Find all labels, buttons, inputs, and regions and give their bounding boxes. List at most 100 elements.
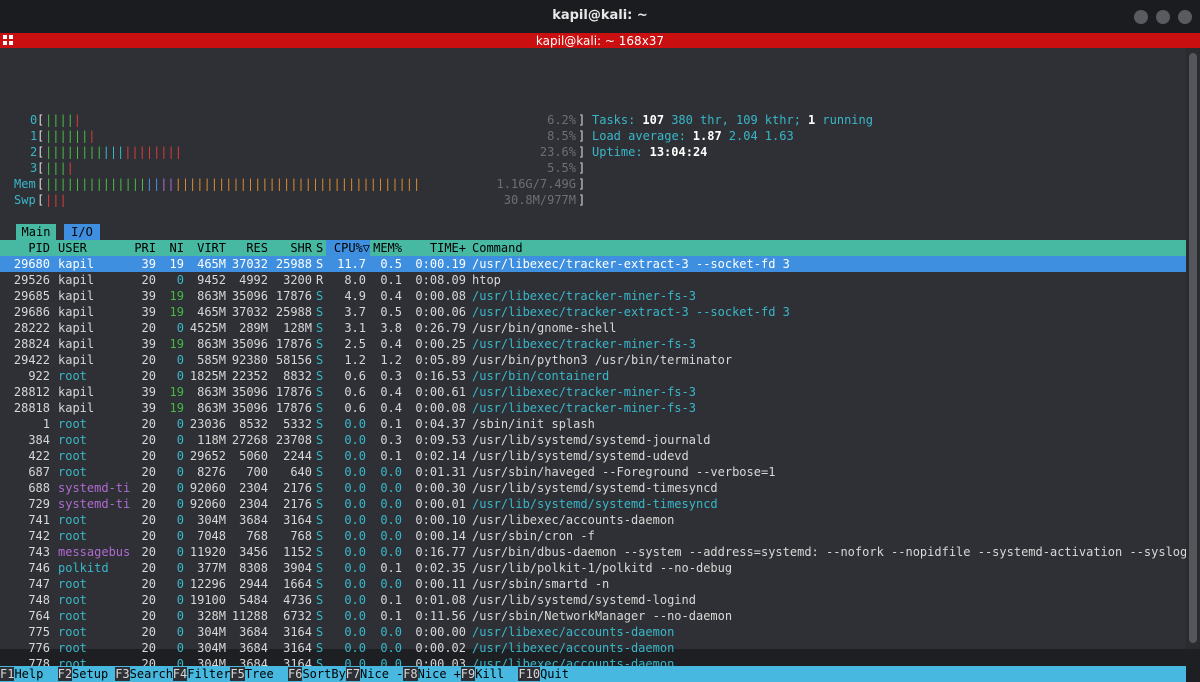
table-row[interactable]: 746 polkitd 20 0 377M 8308 3904 S 0.0 0.1 0:02.35 /… [0,560,1186,576]
cell-pri: 20 [141,529,156,543]
cell-cmd: /usr/lib/systemd/systemd-timesyncd [472,497,718,511]
mem-bar-segment: |||||||||||||||||||||||||||||||||| [174,177,421,191]
table-row[interactable]: 688 systemd-ti 20 0 92060 2304 2176 S 0.0 0.0 0:00… [0,480,1186,496]
table-row[interactable]: 422 root 20 0 29652 5060 2244 S 0.0 0.1 0:02.14/us… [0,448,1186,464]
cell-user: root [58,465,87,479]
cell-s: S [316,641,324,655]
tab-io[interactable]: I/O [64,224,100,240]
cell-cpu: 0.0 [344,577,366,591]
fkey-tree-button[interactable]: F5Tree [230,666,274,682]
cell-user: root [58,529,87,543]
cell-res: 35096 [231,385,268,399]
cpu-value: 23.6% [539,145,576,159]
close-button[interactable] [1178,10,1192,24]
fkey-search-button[interactable]: F3Search [115,666,173,682]
cell-s: S [316,609,324,623]
col-pri[interactable]: PRI [120,240,156,256]
table-row[interactable]: 747 root 20 0 12296 2944 1664 S 0.0 0.0 0:00.11/us… [0,576,1186,592]
fkey-help-button[interactable]: F1Help [0,666,43,682]
col-time[interactable]: TIME+ [406,240,466,256]
tab-main[interactable]: Main [16,224,56,240]
mem-bracket-open: [ [37,177,45,191]
table-row[interactable]: 384 root 20 0 118M 27268 23708 S 0.0 0.3 0:09.53/u… [0,432,1186,448]
table-row[interactable]: 776 root 20 0 304M 3684 3164 S 0.0 0.0 0:00.02/usr… [0,640,1186,656]
table-row[interactable]: 28812 kapil 39 19 863M 35096 17876 S 0.6 0.4 0:00.… [0,384,1186,400]
col-user[interactable]: USER [58,240,87,256]
table-row[interactable]: 28818 kapil 39 19 863M 35096 17876 S 0.6 0.4 0:00.… [0,400,1186,416]
col-res[interactable]: RES [230,240,268,256]
cell-virt: 92060 [189,481,226,495]
cell-s: S [316,369,324,383]
table-row[interactable]: 742 root 20 0 7048 768 768 S 0.0 0.0 0:00.14/usr/s… [0,528,1186,544]
cell-pri: 20 [141,273,156,287]
cell-virt: 4525M [189,321,226,335]
terminal-area[interactable]: 0[|||| | 6.2%] 1[|||||| | 8.5%] 2[|||||||| ||| |… [0,48,1200,682]
col-cpu[interactable]: CPU%▽ [326,240,370,256]
col-shr[interactable]: SHR [272,240,312,256]
cell-mem: 0.1 [380,609,402,623]
cell-cpu: 0.0 [344,417,366,431]
fkey-quit-button[interactable]: F10Quit [518,666,569,682]
table-row[interactable]: 28824 kapil 39 19 863M 35096 17876 S 2.5 0.4 0:00.… [0,336,1186,352]
load-average-part: 2.04 [728,129,758,143]
cell-pri: 20 [141,481,156,495]
table-row[interactable]: 687 root 20 0 8276 700 640 S 0.0 0.0 0:01.31/usr/s… [0,464,1186,480]
table-row[interactable]: 1 root 20 0 23036 8532 5332 S 0.0 0.1 0:04.37/sbin… [0,416,1186,432]
cpu-bar-segment: | [73,113,82,127]
table-row[interactable]: 29686 kapil 39 19 465M 37032 25988 S 3.7 0.5 0:00.… [0,304,1186,320]
maximize-button[interactable] [1156,10,1170,24]
cpu-bar-segment: |||| [45,113,74,127]
table-row[interactable]: 764 root 20 0 328M 11288 6732 S 0.0 0.1 0:11.56/us… [0,608,1186,624]
table-row[interactable]: 29422 kapil 20 0 585M 92380 58156 S 1.2 1.2 0:05.8… [0,352,1186,368]
cell-ni: 0 [176,465,184,479]
cell-shr: 23708 [275,433,312,447]
fkey-filter-button[interactable]: F4Filter [172,666,231,682]
table-row[interactable]: 729 systemd-ti 20 0 92060 2304 2176 S 0.0 0.0 0:00… [0,496,1186,512]
fkey-sortby-button[interactable]: F6SortBy [288,666,346,682]
cell-res: 700 [246,465,268,479]
table-row[interactable]: 29685 kapil 39 19 863M 35096 17876 S 4.9 0.4 0:00.… [0,288,1186,304]
tasks-part: 107 [642,113,665,127]
fkey-nice-button[interactable]: F8Nice + [403,666,461,682]
col-state[interactable]: S [316,240,323,256]
cell-user: kapil [58,257,95,271]
cell-virt: 11920 [189,545,226,559]
cell-pri: 20 [141,641,156,655]
cell-res: 37032 [231,257,268,271]
table-row[interactable]: 29526 kapil 20 0 9452 4992 3200 R 8.0 0.1 0:08.09 h… [0,272,1186,288]
cell-user: root [58,369,87,383]
cell-s: S [316,545,324,559]
cell-cmd: /usr/lib/systemd/systemd-logind [472,593,696,607]
cell-pid: 743 [28,545,50,559]
col-ni[interactable]: NI [160,240,184,256]
col-command[interactable]: Command [472,240,523,256]
table-row[interactable]: 748 root 20 0 19100 5484 4736 S 0.0 0.1 0:01.08/us… [0,592,1186,608]
table-row[interactable]: 922 root 20 0 1825M 22352 8832 S 0.6 0.3 0:16.53/u… [0,368,1186,384]
cell-shr: 3164 [283,641,312,655]
table-row[interactable]: 743 messagebus 20 0 11920 3456 1152 S 0.0 0.0 0:16… [0,544,1200,560]
minimize-button[interactable] [1134,10,1148,24]
col-pid[interactable]: PID [0,240,50,256]
fkey-nice-button[interactable]: F7Nice - [345,666,404,682]
col-virt[interactable]: VIRT [188,240,226,256]
col-mem[interactable]: MEM% [370,240,402,256]
cell-pri: 20 [141,465,156,479]
scrollbar-thumb[interactable] [1189,53,1197,643]
cell-pid: 29422 [13,353,50,367]
table-row[interactable]: 29680 kapil 39 19 465M 37032 25988 S 11.7 0.5 0:00… [0,256,1186,272]
cell-ni: 0 [176,321,184,335]
scrollbar[interactable] [1186,48,1200,649]
cell-res: 3684 [239,625,268,639]
cell-cmd: /usr/bin/python3 /usr/bin/terminator [472,353,733,367]
fkey-setup-button[interactable]: F2Setup [57,666,108,682]
load-average-part: 1.63 [764,129,794,143]
fkey-kill-button[interactable]: F9Kill [460,666,504,682]
table-row[interactable]: 28222 kapil 20 0 4525M 289M 128M S 3.1 3.8 0:26.79… [0,320,1186,336]
cell-mem: 0.4 [380,385,402,399]
cell-time: 0:00.00 [415,625,466,639]
table-row[interactable]: 775 root 20 0 304M 3684 3164 S 0.0 0.0 0:00.00/usr… [0,624,1186,640]
cell-s: S [316,513,324,527]
column-header[interactable]: PID USER PRI NI VIRT RES SHR S CPU%▽ MEM… [0,240,1186,256]
table-row[interactable]: 741 root 20 0 304M 3684 3164 S 0.0 0.0 0:00.10/usr… [0,512,1186,528]
fkey-label: Nice - [360,667,404,681]
